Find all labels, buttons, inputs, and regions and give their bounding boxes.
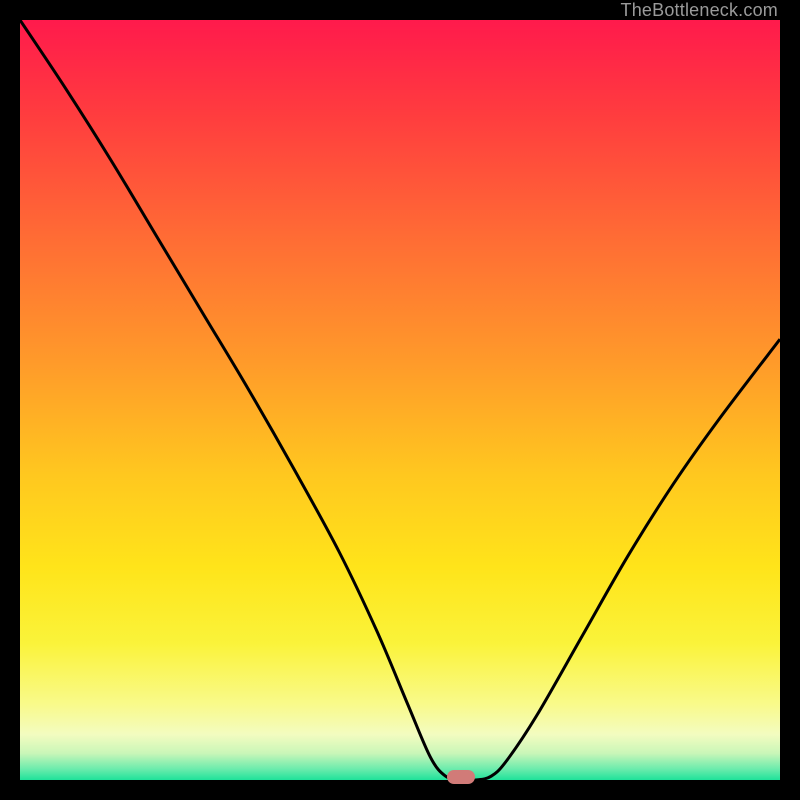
plot-area xyxy=(20,20,780,780)
curve-layer xyxy=(20,20,780,780)
watermark-text: TheBottleneck.com xyxy=(621,0,778,21)
optimum-marker xyxy=(447,770,475,784)
chart-container: TheBottleneck.com xyxy=(0,0,800,800)
bottleneck-curve xyxy=(20,20,780,780)
